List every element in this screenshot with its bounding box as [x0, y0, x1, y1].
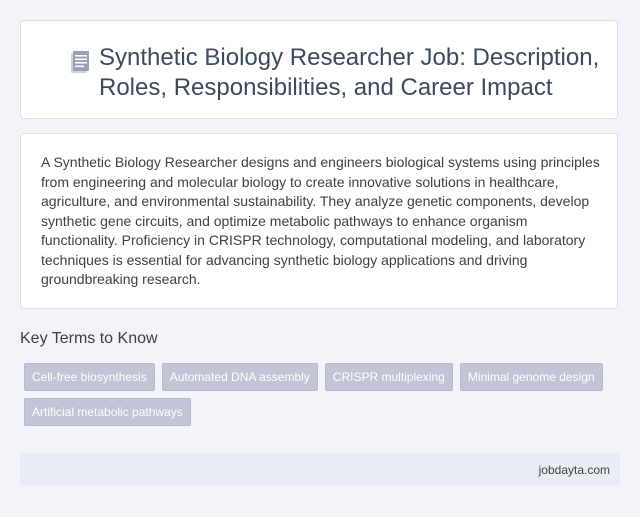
term-tag[interactable]: Automated DNA assembly [161, 363, 318, 391]
footer-site-link[interactable]: jobdayta.com [539, 463, 610, 477]
term-tag[interactable]: CRISPR multiplexing [324, 363, 453, 391]
term-tag[interactable]: Artificial metabolic pathways [24, 398, 191, 426]
document-icon [69, 47, 103, 81]
key-terms-heading: Key Terms to Know [20, 330, 158, 347]
footer: jobdayta.com [20, 453, 620, 486]
term-tag[interactable]: Minimal genome design [459, 363, 603, 391]
page-title: Synthetic Biology Researcher Job: Descri… [99, 44, 600, 101]
term-tag[interactable]: Cell-free biosynthesis [24, 363, 155, 391]
description-card: A Synthetic Biology Researcher designs a… [20, 133, 618, 309]
key-terms-list: Cell-free biosynthesis Automated DNA ass… [24, 363, 604, 426]
description-text: A Synthetic Biology Researcher designs a… [41, 154, 600, 287]
title-card: Synthetic Biology Researcher Job: Descri… [20, 20, 618, 119]
